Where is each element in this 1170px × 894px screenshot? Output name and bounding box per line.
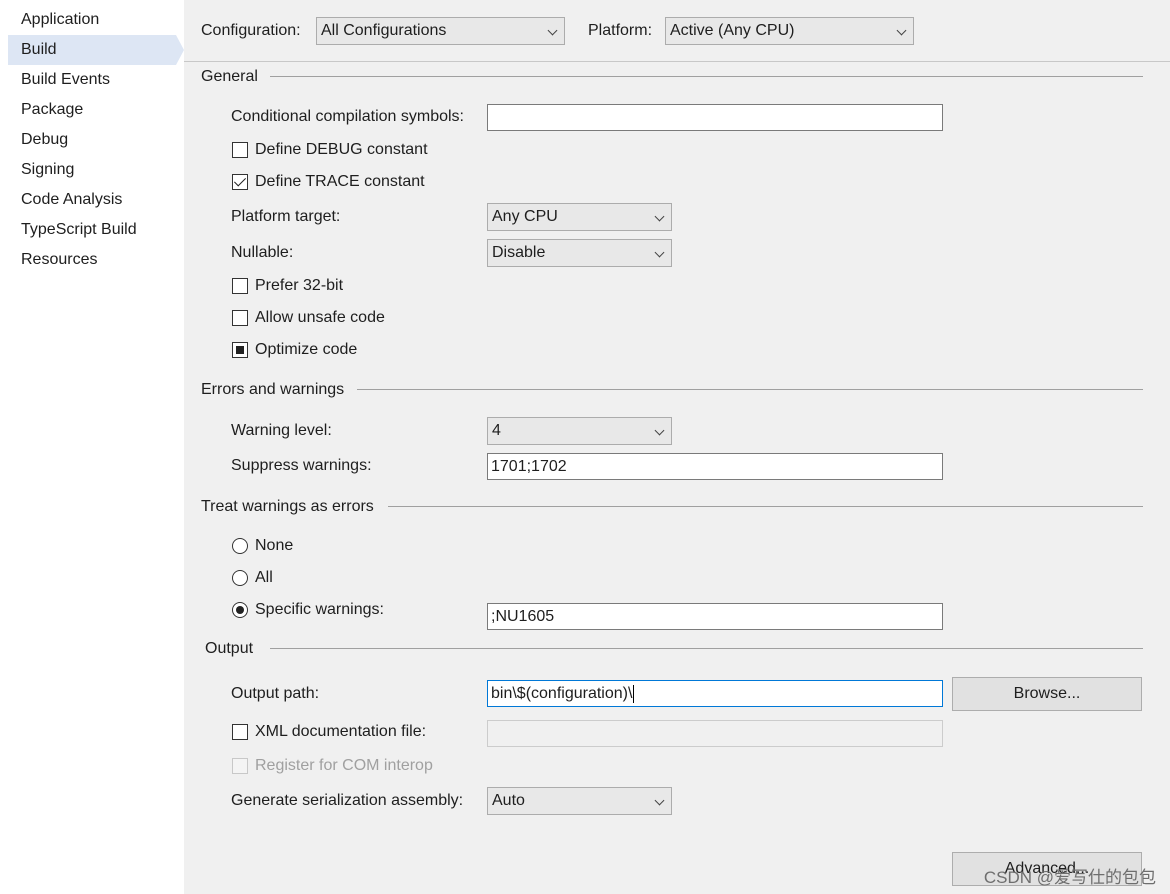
platform-target-label: Platform target:: [231, 208, 341, 225]
optimize-code-checkbox[interactable]: [232, 342, 248, 358]
serialization-assembly-label: Generate serialization assembly:: [231, 792, 464, 809]
warning-level-dropdown[interactable]: 4: [487, 417, 672, 445]
section-divider-output: [270, 648, 1143, 649]
browse-button[interactable]: Browse...: [952, 677, 1142, 711]
define-debug-checkbox[interactable]: [232, 142, 248, 158]
platform-dropdown[interactable]: Active (Any CPU): [665, 17, 914, 45]
section-title-treat-warnings: Treat warnings as errors: [201, 498, 374, 515]
conditional-symbols-input[interactable]: [487, 104, 943, 131]
specific-warnings-input[interactable]: ;NU1605: [487, 603, 943, 630]
chevron-down-icon: [654, 795, 665, 806]
sidebar-item-debug[interactable]: Debug: [8, 125, 176, 155]
checkmark-icon: [233, 174, 247, 187]
define-trace-checkbox[interactable]: [232, 174, 248, 190]
xml-documentation-input[interactable]: [487, 720, 943, 747]
nullable-label: Nullable:: [231, 244, 294, 261]
platform-label: Platform:: [588, 22, 653, 39]
allow-unsafe-label: Allow unsafe code: [255, 309, 385, 326]
section-title-errors: Errors and warnings: [201, 381, 345, 398]
treat-none-radio[interactable]: [232, 538, 248, 554]
nullable-dropdown[interactable]: Disable: [487, 239, 672, 267]
chevron-down-icon: [654, 211, 665, 222]
platform-target-dropdown[interactable]: Any CPU: [487, 203, 672, 231]
sidebar-item-typescript-build[interactable]: TypeScript Build: [8, 215, 176, 245]
define-debug-label: Define DEBUG constant: [255, 141, 428, 158]
serialization-assembly-value: Auto: [492, 792, 525, 809]
warning-level-value: 4: [492, 422, 501, 439]
section-title-general: General: [201, 68, 258, 85]
serialization-assembly-dropdown[interactable]: Auto: [487, 787, 672, 815]
section-divider-errors: [357, 389, 1143, 390]
chevron-down-icon: [654, 425, 665, 436]
platform-target-value: Any CPU: [492, 208, 558, 225]
section-divider-treat-warnings: [388, 506, 1143, 507]
chevron-down-icon: [654, 247, 665, 258]
com-interop-label: Register for COM interop: [255, 757, 433, 774]
indeterminate-icon: [236, 346, 244, 354]
sidebar-item-signing[interactable]: Signing: [8, 155, 176, 185]
sidebar-item-application[interactable]: Application: [8, 5, 176, 35]
section-divider-general: [270, 76, 1143, 77]
sidebar-item-build[interactable]: Build: [8, 35, 176, 65]
chevron-down-icon: [896, 25, 907, 36]
watermark-text: CSDN @爱写仕的包包: [983, 868, 1156, 887]
sidebar-item-package[interactable]: Package: [8, 95, 176, 125]
sidebar-item-resources[interactable]: Resources: [8, 245, 176, 275]
platform-value: Active (Any CPU): [670, 22, 795, 39]
header-divider: [184, 61, 1170, 62]
suppress-warnings-label: Suppress warnings:: [231, 457, 372, 474]
suppress-warnings-input[interactable]: 1701;1702: [487, 453, 943, 480]
treat-specific-label: Specific warnings:: [255, 601, 384, 618]
com-interop-checkbox[interactable]: [232, 758, 248, 774]
warning-level-label: Warning level:: [231, 422, 332, 439]
optimize-code-label: Optimize code: [255, 341, 358, 358]
conditional-symbols-label: Conditional compilation symbols:: [231, 108, 464, 125]
sidebar: Application Build Build Events Package D…: [0, 0, 184, 894]
configuration-value: All Configurations: [321, 22, 447, 39]
prefer-32bit-checkbox[interactable]: [232, 278, 248, 294]
selection-arrow-indicator: [176, 35, 184, 65]
radio-selected-dot: [236, 606, 244, 614]
sidebar-item-build-events[interactable]: Build Events: [8, 65, 176, 95]
allow-unsafe-checkbox[interactable]: [232, 310, 248, 326]
configuration-label: Configuration:: [201, 22, 301, 39]
treat-specific-radio[interactable]: [232, 602, 248, 618]
output-path-value: bin\$(configuration)\: [491, 685, 633, 702]
sidebar-item-code-analysis[interactable]: Code Analysis: [8, 185, 176, 215]
output-path-input[interactable]: bin\$(configuration)\: [487, 680, 943, 707]
configuration-dropdown[interactable]: All Configurations: [316, 17, 565, 45]
output-path-label: Output path:: [231, 685, 320, 702]
treat-all-radio[interactable]: [232, 570, 248, 586]
build-properties-panel: Configuration: All Configurations Platfo…: [184, 0, 1170, 894]
xml-documentation-label: XML documentation file:: [255, 723, 427, 740]
nullable-value: Disable: [492, 244, 546, 261]
define-trace-label: Define TRACE constant: [255, 173, 425, 190]
treat-all-label: All: [255, 569, 273, 586]
treat-none-label: None: [255, 537, 294, 554]
prefer-32bit-label: Prefer 32-bit: [255, 277, 344, 294]
xml-documentation-checkbox[interactable]: [232, 724, 248, 740]
text-caret: [633, 684, 635, 703]
section-title-output: Output: [205, 640, 254, 657]
chevron-down-icon: [547, 25, 558, 36]
